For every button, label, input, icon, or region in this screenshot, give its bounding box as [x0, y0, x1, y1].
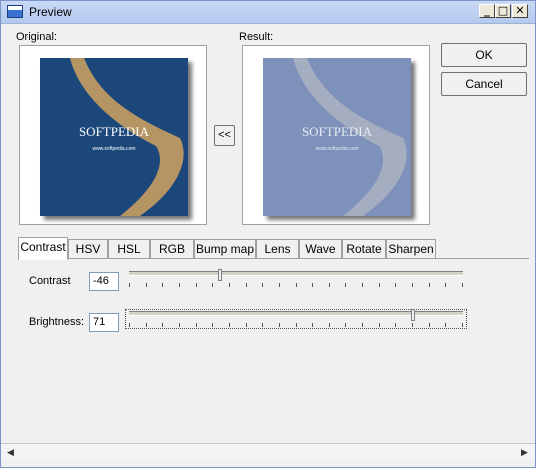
minimize-button[interactable]: _ [479, 4, 495, 18]
preview-window: Preview _ □ ✕ Original: Result: SOFTPEDI… [0, 0, 536, 468]
tab-lens[interactable]: Lens [256, 239, 299, 259]
brightness-slider-tick [362, 323, 363, 327]
original-label: Original: [16, 31, 57, 43]
contrast-slider-tick [462, 283, 463, 287]
contrast-slider-tick [312, 283, 313, 287]
brightness-slider-tick [329, 323, 330, 327]
contrast-tab-panel: Contrast -46 Brightness: 71 [18, 258, 529, 442]
brightness-slider-tick [379, 323, 380, 327]
contrast-slider-tick [362, 283, 363, 287]
contrast-slider[interactable] [129, 269, 463, 291]
contrast-value-field[interactable]: -46 [89, 272, 119, 291]
brightness-slider-ticks [129, 323, 463, 329]
contrast-slider-tick [196, 283, 197, 287]
contrast-slider-tick [129, 283, 130, 287]
brightness-slider-tick [395, 323, 396, 327]
result-image: SOFTPEDIA www.softpedia.com [263, 58, 411, 216]
tab-bump-map[interactable]: Bump map [194, 239, 256, 259]
result-image-graphic: SOFTPEDIA www.softpedia.com [263, 58, 411, 216]
brightness-label: Brightness: [29, 316, 85, 328]
contrast-slider-thumb[interactable] [218, 269, 222, 281]
brightness-slider-tick [412, 323, 413, 327]
original-preview: SOFTPEDIA www.softpedia.com [19, 45, 207, 225]
contrast-slider-tick [296, 283, 297, 287]
brightness-slider-tick [279, 323, 280, 327]
contrast-slider-tick [345, 283, 346, 287]
original-image: SOFTPEDIA www.softpedia.com [40, 58, 188, 216]
close-button[interactable]: ✕ [512, 4, 528, 18]
contrast-slider-tick [412, 283, 413, 287]
brightness-slider-tick [196, 323, 197, 327]
tab-sharpen[interactable]: Sharpen [386, 239, 436, 259]
brightness-slider-tick [312, 323, 313, 327]
tab-rotate[interactable]: Rotate [342, 239, 386, 259]
contrast-slider-tick [395, 283, 396, 287]
scroll-left-arrow-icon[interactable]: ◀ [3, 445, 18, 460]
contrast-label: Contrast [29, 275, 71, 287]
brightness-slider-tick [429, 323, 430, 327]
brightness-slider-tick [229, 323, 230, 327]
contrast-slider-tick [162, 283, 163, 287]
horizontal-scrollbar[interactable]: ◀ ▶ [1, 443, 535, 461]
window-title: Preview [29, 5, 72, 19]
scroll-right-arrow-icon[interactable]: ▶ [517, 445, 532, 460]
contrast-slider-tick [212, 283, 213, 287]
result-watermark-url: www.softpedia.com [315, 146, 358, 152]
tab-hsv[interactable]: HSV [68, 239, 108, 259]
contrast-slider-track [129, 271, 463, 276]
result-label: Result: [239, 31, 274, 43]
brightness-slider-tick [296, 323, 297, 327]
contrast-slider-tick [179, 283, 180, 287]
result-watermark: SOFTPEDIA [302, 124, 373, 139]
maximize-button[interactable]: □ [495, 4, 511, 18]
copy-back-button[interactable]: << [214, 125, 235, 146]
ok-button[interactable]: OK [441, 43, 527, 67]
contrast-slider-tick [262, 283, 263, 287]
contrast-slider-tick [246, 283, 247, 287]
brightness-slider-tick [462, 323, 463, 327]
app-window-icon [7, 5, 23, 18]
brightness-slider-tick [162, 323, 163, 327]
brightness-slider-tick [262, 323, 263, 327]
brightness-slider-tick [146, 323, 147, 327]
contrast-slider-tick [146, 283, 147, 287]
contrast-slider-tick [429, 283, 430, 287]
tab-rgb[interactable]: RGB [150, 239, 194, 259]
result-preview: SOFTPEDIA www.softpedia.com [242, 45, 430, 225]
contrast-slider-tick [445, 283, 446, 287]
brightness-slider-thumb[interactable] [411, 309, 415, 321]
tab-wave[interactable]: Wave [299, 239, 342, 259]
original-image-graphic: SOFTPEDIA www.softpedia.com [40, 58, 188, 216]
contrast-slider-ticks [129, 283, 463, 289]
brightness-slider[interactable] [129, 309, 463, 331]
tab-hsl[interactable]: HSL [108, 239, 150, 259]
brightness-value-field[interactable]: 71 [89, 313, 119, 332]
title-bar[interactable]: Preview _ □ ✕ [1, 1, 535, 24]
brightness-slider-tick [212, 323, 213, 327]
brightness-slider-tick [345, 323, 346, 327]
contrast-slider-tick [379, 283, 380, 287]
original-watermark-url: www.softpedia.com [92, 146, 135, 152]
contrast-slider-tick [279, 283, 280, 287]
brightness-slider-tick [129, 323, 130, 327]
original-watermark: SOFTPEDIA [79, 124, 150, 139]
cancel-button[interactable]: Cancel [441, 72, 527, 96]
contrast-slider-tick [329, 283, 330, 287]
tab-contrast[interactable]: Contrast [18, 237, 68, 260]
brightness-slider-tick [445, 323, 446, 327]
brightness-slider-tick [179, 323, 180, 327]
contrast-slider-tick [229, 283, 230, 287]
brightness-slider-tick [246, 323, 247, 327]
